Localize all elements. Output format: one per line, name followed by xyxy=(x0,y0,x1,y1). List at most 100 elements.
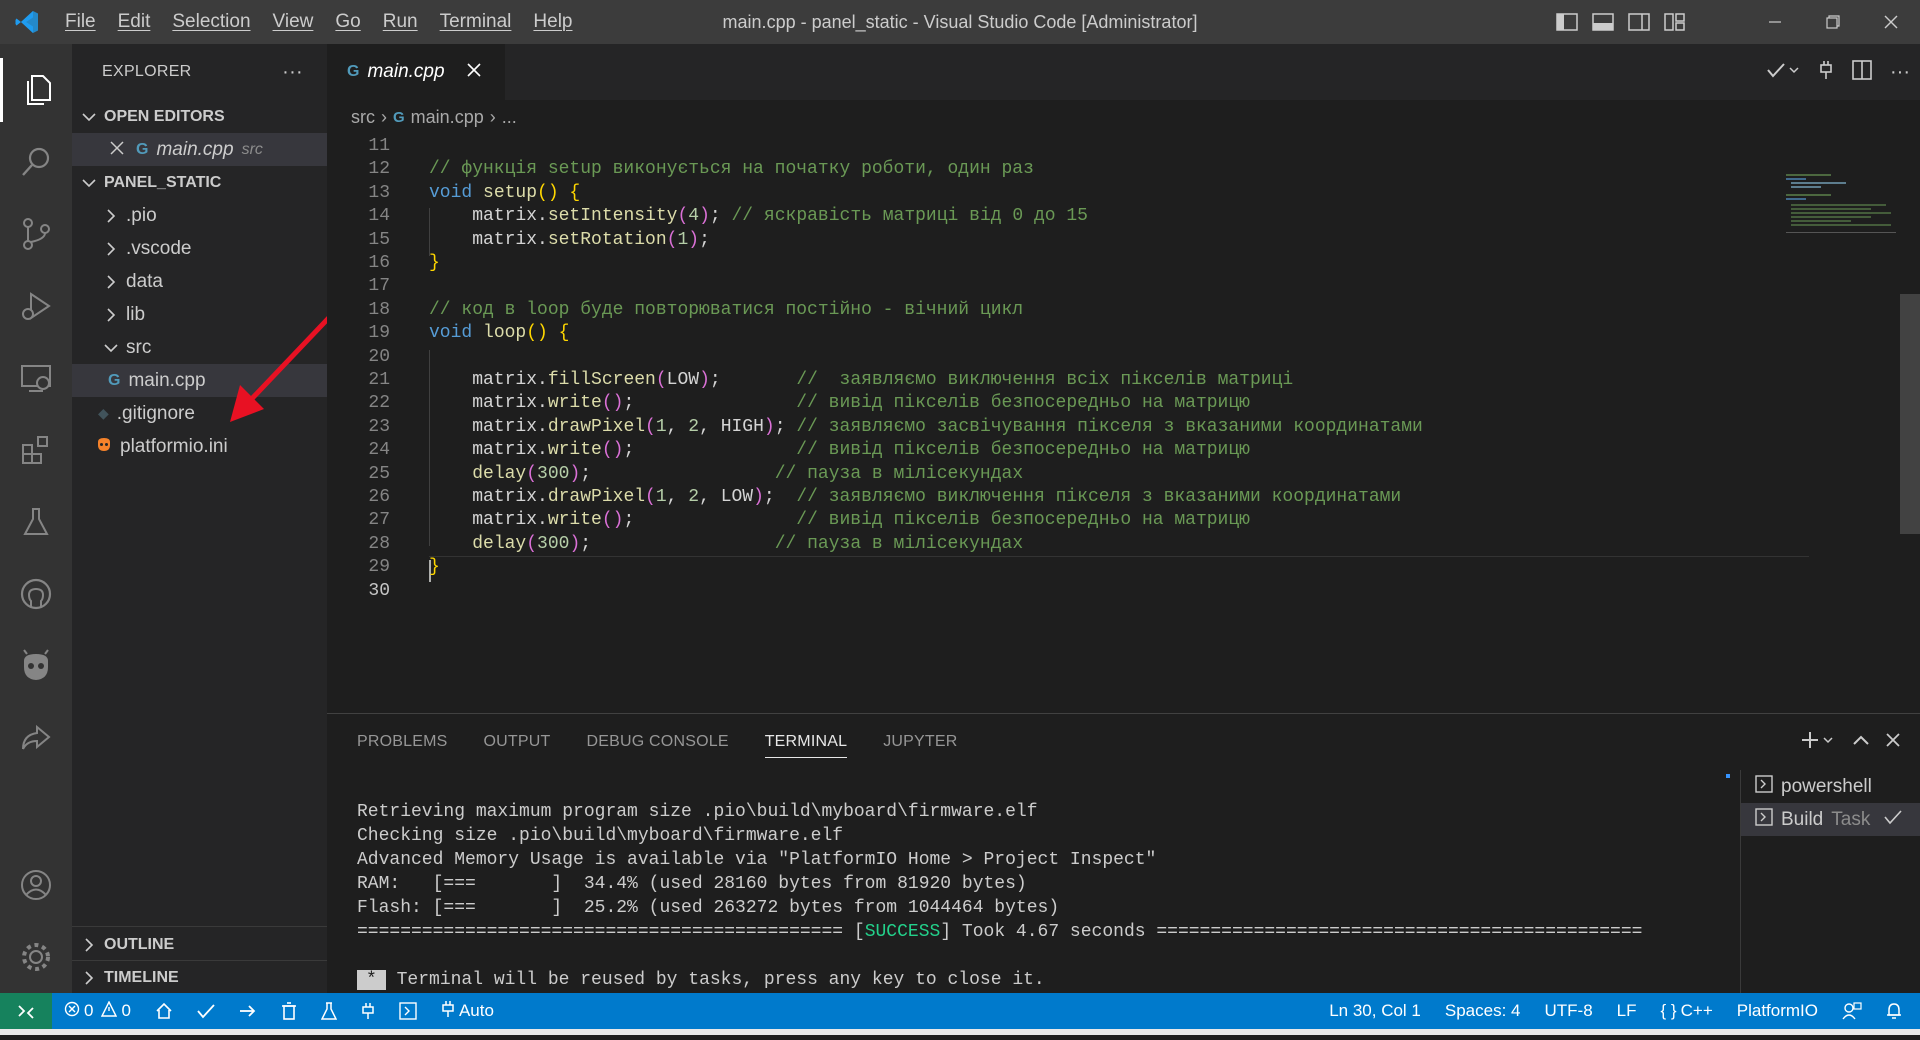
close-panel-icon[interactable] xyxy=(1886,733,1900,752)
code-token: ; xyxy=(580,463,775,484)
pio-test-flask-icon[interactable] xyxy=(309,993,349,1029)
pio-build-check-icon[interactable] xyxy=(185,993,227,1029)
menu-help[interactable]: Help xyxy=(522,11,583,33)
eol-status[interactable]: LF xyxy=(1605,993,1649,1029)
breadcrumb-src[interactable]: src xyxy=(351,107,375,128)
terminal-item-build[interactable]: Build Task xyxy=(1741,803,1920,836)
toggle-panel-icon[interactable] xyxy=(1590,11,1616,33)
explorer-icon[interactable] xyxy=(0,58,72,122)
open-editor-item[interactable]: G main.cpp src xyxy=(72,133,327,166)
split-editor-icon[interactable] xyxy=(1852,59,1872,85)
cpp-file-icon: G xyxy=(136,140,149,158)
tab-jupyter[interactable]: JUPYTER xyxy=(883,714,957,770)
breadcrumb-file[interactable]: main.cpp xyxy=(411,107,484,128)
pio-upload-arrow-icon[interactable] xyxy=(227,993,269,1029)
customize-layout-icon[interactable] xyxy=(1662,11,1688,33)
language-mode[interactable]: { } C++ xyxy=(1649,993,1725,1029)
run-debug-icon[interactable] xyxy=(0,274,72,338)
encoding-status[interactable]: UTF-8 xyxy=(1533,993,1605,1029)
notifications-bell-icon[interactable] xyxy=(1874,993,1920,1029)
editor-scrollbar[interactable] xyxy=(1900,294,1920,534)
close-window-icon[interactable] xyxy=(1862,0,1920,44)
code-line: } xyxy=(429,557,440,577)
menu-selection[interactable]: Selection xyxy=(161,11,261,33)
line-number: 13 xyxy=(368,182,390,203)
tree-folder-pio[interactable]: .pio xyxy=(72,199,327,232)
remote-explorer-icon[interactable] xyxy=(0,346,72,410)
menu-edit[interactable]: Edit xyxy=(107,11,162,33)
menu-run[interactable]: Run xyxy=(372,11,429,33)
feedback-icon[interactable] xyxy=(1830,993,1874,1029)
line-number: 23 xyxy=(368,416,390,437)
maximize-panel-icon[interactable] xyxy=(1852,733,1870,752)
source-control-icon[interactable] xyxy=(0,202,72,266)
close-editor-icon[interactable] xyxy=(110,139,124,161)
toggle-primary-sidebar-icon[interactable] xyxy=(1554,11,1580,33)
terminal-name: powershell xyxy=(1781,775,1872,797)
tree-file-platformio-ini[interactable]: platformio.ini xyxy=(72,430,327,463)
code-token: ( xyxy=(526,533,538,554)
problems-status[interactable]: 0 0 xyxy=(52,993,143,1029)
menu-terminal[interactable]: Terminal xyxy=(429,11,523,33)
breadcrumb-symbol[interactable]: ... xyxy=(502,107,517,128)
menu-go[interactable]: Go xyxy=(324,11,371,33)
title-bar: File Edit Selection View Go Run Terminal… xyxy=(0,0,1920,44)
tab-output[interactable]: OUTPUT xyxy=(484,714,551,770)
line-number: 12 xyxy=(368,159,390,180)
checkmark-dropdown-icon[interactable] xyxy=(1766,61,1800,84)
minimap[interactable] xyxy=(1786,174,1896,234)
terminal-item-powershell[interactable]: powershell xyxy=(1741,770,1920,803)
testing-flask-icon[interactable] xyxy=(0,490,72,554)
accounts-icon[interactable] xyxy=(0,853,72,917)
toggle-secondary-sidebar-icon[interactable] xyxy=(1626,11,1652,33)
pio-clean-trash-icon[interactable] xyxy=(269,993,309,1029)
timeline-section[interactable]: TIMELINE xyxy=(72,961,327,994)
search-icon[interactable] xyxy=(0,130,72,194)
platformio-status[interactable]: PlatformIO xyxy=(1725,993,1830,1029)
code-token: // пауза в мілісекундах xyxy=(774,533,1024,554)
minimize-icon[interactable] xyxy=(1746,0,1804,44)
reuse-line: * Terminal will be reused by tasks, pres… xyxy=(357,968,1642,992)
plug-icon[interactable] xyxy=(1818,60,1834,85)
tab-problems[interactable]: PROBLEMS xyxy=(357,714,448,770)
remote-indicator[interactable] xyxy=(0,993,52,1029)
terminal-name: Build xyxy=(1781,808,1824,830)
pio-env-selector[interactable]: Auto xyxy=(429,993,506,1029)
explorer-sidebar: EXPLORER ··· OPEN EDITORS G main.cpp src… xyxy=(72,44,400,994)
close-tab-icon[interactable] xyxy=(466,61,481,83)
extensions-icon[interactable] xyxy=(0,418,72,482)
chevron-right-icon: › xyxy=(489,106,496,127)
pio-monitor-plug-icon[interactable] xyxy=(349,993,387,1029)
code-line: matrix.write(); // вивід пікселів безпос… xyxy=(429,440,1250,460)
code-editor[interactable]: 11 12// функція setup виконується на поча… xyxy=(327,134,1920,712)
tab-main-cpp[interactable]: G main.cpp xyxy=(327,44,505,100)
pio-home-icon[interactable] xyxy=(143,993,185,1029)
live-share-icon[interactable] xyxy=(0,706,72,770)
menu-file[interactable]: File xyxy=(54,11,107,33)
tab-terminal[interactable]: TERMINAL xyxy=(764,714,848,770)
status-bar: 0 0 Auto Ln 30, Col 1 Spaces: 4 UTF-8 LF… xyxy=(0,993,1920,1029)
code-token: // заявляємо виключення всіх пікселів ма… xyxy=(796,370,1294,390)
project-section[interactable]: PANEL_STATIC xyxy=(72,166,327,199)
tab-debug-console[interactable]: DEBUG CONSOLE xyxy=(587,714,729,770)
code-token: , LOW xyxy=(699,487,754,507)
manage-gear-icon[interactable] xyxy=(0,925,72,989)
restore-icon[interactable] xyxy=(1804,0,1862,44)
platformio-icon[interactable] xyxy=(0,634,72,698)
github-icon[interactable] xyxy=(0,562,72,626)
open-editors-section[interactable]: OPEN EDITORS xyxy=(72,100,327,133)
new-terminal-icon[interactable] xyxy=(1800,730,1836,755)
port-auto-label: Auto xyxy=(458,1001,494,1020)
outline-section[interactable]: OUTLINE xyxy=(72,928,327,961)
cursor-position[interactable]: Ln 30, Col 1 xyxy=(1317,993,1433,1029)
menu-bar: File Edit Selection View Go Run Terminal… xyxy=(54,0,584,44)
code-token: void xyxy=(429,323,484,344)
chevron-right-icon xyxy=(100,205,122,227)
chevron-right-icon xyxy=(100,271,122,293)
indentation-status[interactable]: Spaces: 4 xyxy=(1433,993,1533,1029)
explorer-more-button[interactable]: ··· xyxy=(282,61,303,84)
menu-view[interactable]: View xyxy=(262,11,325,33)
pio-terminal-icon[interactable] xyxy=(387,993,429,1029)
code-line: // функція setup виконується на початку … xyxy=(429,159,1034,179)
more-actions-icon[interactable]: ··· xyxy=(1890,61,1910,84)
